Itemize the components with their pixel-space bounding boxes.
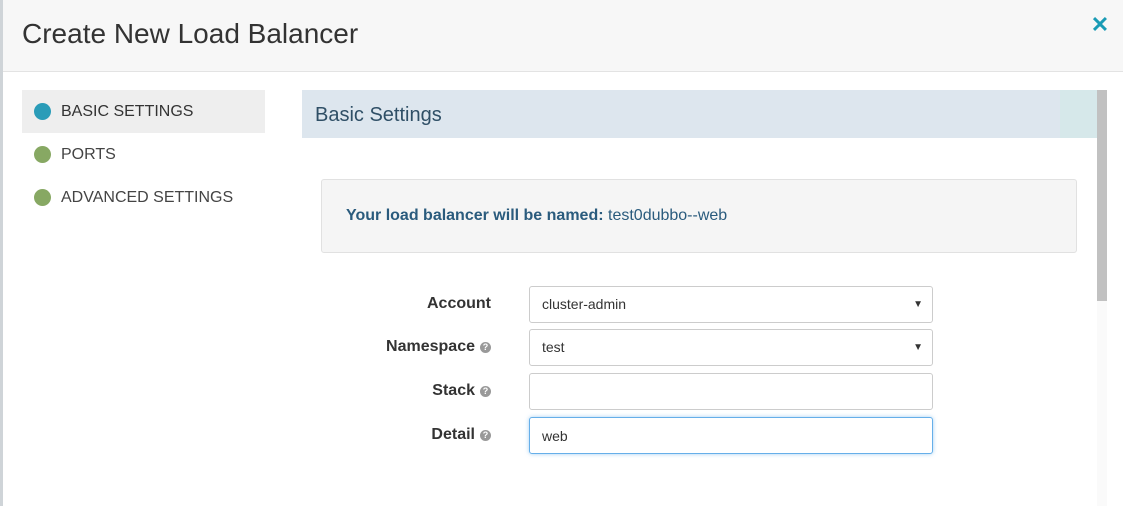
namespace-select[interactable]: test ▼: [529, 329, 933, 366]
stack-label: Stack?: [311, 382, 491, 400]
chevron-down-icon: ▼: [913, 299, 923, 310]
stack-input[interactable]: [529, 373, 933, 410]
header-accent: [1060, 90, 1097, 138]
account-value: cluster-admin: [542, 296, 627, 312]
modal-title: Create New Load Balancer: [22, 18, 359, 49]
chevron-down-icon: ▼: [913, 342, 923, 353]
sidebar-item-basic-settings[interactable]: BASIC SETTINGS: [22, 90, 265, 133]
step-status-icon: [34, 189, 51, 206]
section-header: Basic Settings: [302, 90, 1097, 138]
account-select[interactable]: cluster-admin ▼: [529, 286, 933, 323]
sidebar-item-label: ADVANCED SETTINGS: [61, 188, 234, 206]
section-title: Basic Settings: [315, 104, 442, 126]
detail-label: Detail?: [311, 426, 491, 444]
sidebar-item-ports[interactable]: PORTS: [22, 133, 265, 176]
namespace-label: Namespace?: [311, 338, 491, 356]
help-icon[interactable]: ?: [480, 430, 491, 441]
name-preview-panel: Your load balancer will be named: test0d…: [321, 179, 1077, 253]
detail-input[interactable]: [529, 417, 933, 454]
sidebar-item-advanced-settings[interactable]: ADVANCED SETTINGS: [22, 176, 265, 219]
close-icon[interactable]: ✕: [1089, 12, 1111, 38]
help-icon[interactable]: ?: [480, 342, 491, 353]
account-label: Account: [427, 295, 491, 312]
background-edge: [0, 0, 3, 506]
sidebar-item-label: PORTS: [61, 145, 116, 163]
help-icon[interactable]: ?: [480, 386, 491, 397]
namespace-value: test: [542, 339, 565, 355]
step-status-icon: [34, 146, 51, 163]
modal-header: Create New Load Balancer ✕: [3, 0, 1123, 72]
step-status-icon: [34, 103, 51, 120]
sidebar-item-label: BASIC SETTINGS: [61, 102, 194, 120]
scrollbar-thumb[interactable]: [1097, 90, 1107, 301]
name-preview-value: test0dubbo--web: [608, 207, 728, 224]
name-preview-label: Your load balancer will be named:: [346, 207, 604, 224]
wizard-sidebar: BASIC SETTINGS PORTS ADVANCED SETTINGS: [22, 90, 265, 219]
